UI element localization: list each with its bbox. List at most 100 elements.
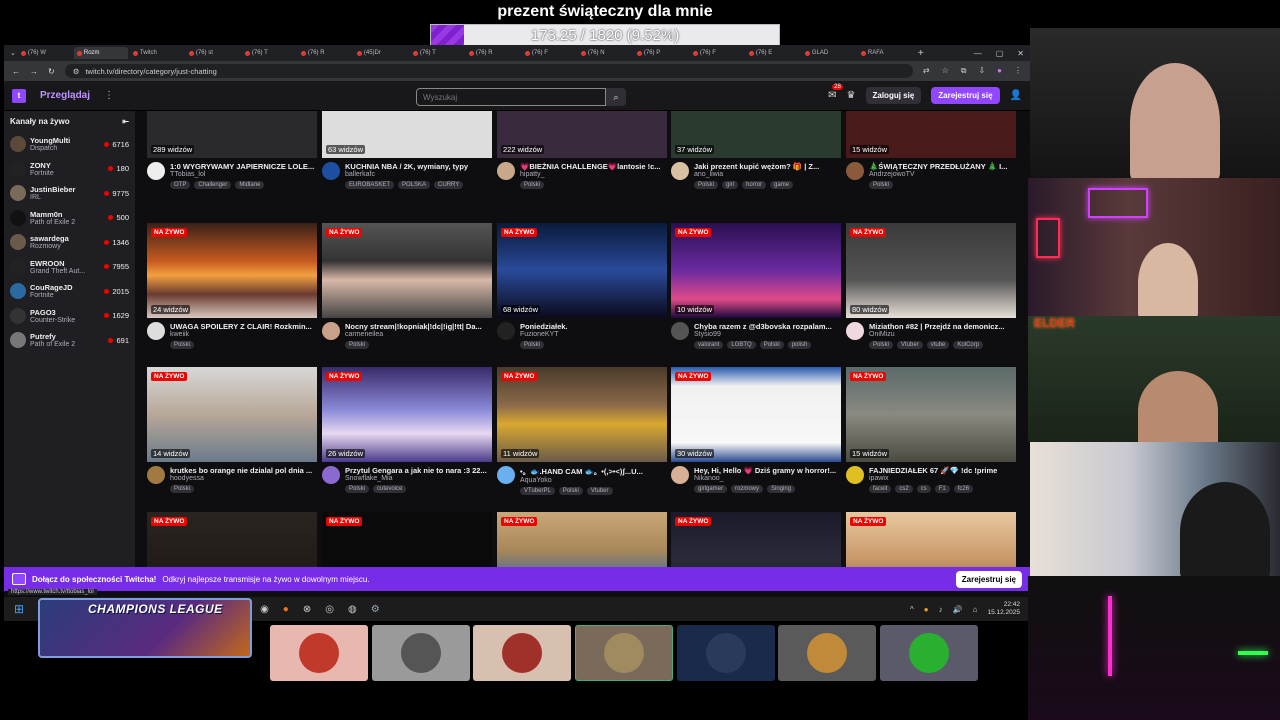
stream-tag[interactable]: rozmowy xyxy=(731,485,764,493)
stream-thumbnail[interactable]: NA ŻYWO 15 widzów xyxy=(846,367,1016,462)
streamer-avatar[interactable] xyxy=(671,466,689,484)
sidebar-channel[interactable]: PAGO3 Counter-Strike 1629 xyxy=(10,304,129,329)
stream-tag[interactable]: POLSKA xyxy=(398,181,431,189)
stream-title[interactable]: FAJNIEDZIAŁEK 67 🚀💎 !dc !prime xyxy=(869,466,1016,475)
stream-card[interactable]: NA ŻYWO 24 widzów UWAGA SPOILERY Z CLAIR! … xyxy=(147,223,317,349)
streamer-name[interactable]: carmeneilea xyxy=(345,331,492,338)
stream-tag[interactable]: Vtuber xyxy=(897,341,923,349)
stream-card[interactable]: NA ŻYWO11 widzów xyxy=(322,512,492,567)
tray-chevron-icon[interactable]: ^ xyxy=(910,605,914,614)
streamer-name[interactable]: OniMizu xyxy=(869,331,1016,338)
stream-card[interactable]: NA ŻYWO 26 widzów Przytul Gengara a jak ni… xyxy=(322,367,492,493)
stream-tag[interactable]: Vtuber xyxy=(586,487,613,495)
stream-tag[interactable]: VTuberPL xyxy=(520,487,555,495)
search-icon[interactable]: ⌕ xyxy=(606,88,626,106)
stream-tag[interactable]: Polski xyxy=(345,341,370,349)
stream-title[interactable]: Nocny stream|!kopniak|!dc|!ig|!tt| Da... xyxy=(345,322,492,331)
reload-icon[interactable]: ↻ xyxy=(48,67,55,76)
bookmark-star-icon[interactable]: ☆ xyxy=(942,66,949,76)
stream-card[interactable]: 37 widzów Jaki prezent kupić wężom? 🎁 | Z… xyxy=(671,111,841,189)
streamer-avatar[interactable] xyxy=(497,466,515,484)
sidebar-channel[interactable]: Mamm0n Path of Exile 2 500 xyxy=(10,206,129,231)
browser-tab[interactable]: (76) W xyxy=(18,47,72,59)
stream-thumbnail[interactable]: NA ŻYWO58 widzów xyxy=(147,512,317,567)
stream-card[interactable]: NA ŻYWO150 widzów xyxy=(671,512,841,567)
stream-tag[interactable]: cutevoice xyxy=(373,485,407,493)
streamer-avatar[interactable] xyxy=(147,466,165,484)
stream-tag[interactable]: KolCorp xyxy=(953,341,984,349)
stream-tag[interactable]: girl xyxy=(722,181,739,189)
stream-tag[interactable]: fc26 xyxy=(953,485,974,493)
streamer-name[interactable]: FuzioneKYT xyxy=(520,331,667,338)
stream-title[interactable]: Przytul Gengara a jak nie to nara :3 22.… xyxy=(345,466,492,475)
xbox-icon[interactable]: ⊗ xyxy=(303,604,311,615)
signup-button[interactable]: Zarejestruj się xyxy=(931,87,1000,104)
stream-thumbnail[interactable]: NA ŻYWO xyxy=(322,223,492,318)
windows-start-icon[interactable]: ⊞ xyxy=(14,602,24,616)
stream-thumbnail[interactable]: NA ŻYWO 68 widzów xyxy=(497,223,667,318)
streamer-name[interactable]: Nikanoo_ xyxy=(694,475,841,482)
stream-tag[interactable]: EUROBASKET xyxy=(345,181,395,189)
stream-card[interactable]: NA ŻYWO 10 widzów Chyba razem z @d3bovska … xyxy=(671,223,841,349)
stream-card[interactable]: NA ŻYWO Nocny stream|!kopniak|!dc|!ig|!tt… xyxy=(322,223,492,349)
stream-thumbnail[interactable]: NA ŻYWO11 widzów xyxy=(322,512,492,567)
streamer-name[interactable]: AndrzejowoTV xyxy=(869,171,1016,178)
login-button[interactable]: Zaloguj się xyxy=(865,87,922,104)
stream-card[interactable]: NA ŻYWO 80 widzów Miziathon #82 | Przejdź … xyxy=(846,223,1016,349)
stream-tag[interactable]: Polski xyxy=(694,181,719,189)
stream-title[interactable]: Poniedziałek. xyxy=(520,322,667,331)
streamer-avatar[interactable] xyxy=(147,322,165,340)
stream-tag[interactable]: Polski xyxy=(558,487,583,495)
stream-title[interactable]: KUCHNIA NBA / 2K, wymiany, typy xyxy=(345,162,492,171)
stream-title[interactable]: Chyba razem z @d3bovska rozpalam... xyxy=(694,322,841,331)
stream-tag[interactable]: Polski xyxy=(170,341,195,349)
streamer-name[interactable]: ipawix xyxy=(869,475,1016,482)
mic-icon[interactable]: ♪ xyxy=(939,605,943,614)
extensions-icon[interactable]: ⧉ xyxy=(961,66,967,76)
browser-tab[interactable]: (76) E xyxy=(746,47,800,59)
forward-icon[interactable]: → xyxy=(30,67,38,76)
prime-icon[interactable]: ♛ xyxy=(847,90,856,101)
browser-tab[interactable]: (76) N xyxy=(578,47,632,59)
streamer-avatar[interactable] xyxy=(846,322,864,340)
streamer-avatar[interactable] xyxy=(497,162,515,180)
url-field[interactable]: ⚙ twitch.tv/directory/category/just-chat… xyxy=(64,64,913,78)
stream-tag[interactable]: F1 xyxy=(934,485,950,493)
browser-tab[interactable]: (76) T xyxy=(410,47,464,59)
streamer-name[interactable]: TTobias_lol xyxy=(170,171,317,178)
stream-card[interactable]: NA ŻYWO58 widzów xyxy=(147,512,317,567)
close-window-icon[interactable]: ✕ xyxy=(1017,49,1024,58)
streamer-avatar[interactable] xyxy=(846,466,864,484)
sidebar-channel[interactable]: CouRageJD Fortnite 2015 xyxy=(10,279,129,304)
stream-thumbnail[interactable]: 289 widzów xyxy=(147,111,317,158)
stream-tag[interactable]: cs2 xyxy=(895,485,913,493)
user-icon[interactable]: 👤 xyxy=(1010,90,1022,101)
network-icon[interactable]: ⌂ xyxy=(973,605,978,614)
stream-tag[interactable]: Midlane xyxy=(235,181,265,189)
stream-title[interactable]: 1:0 WYGRYWAMY JAPIERNICZE LOLE... xyxy=(170,162,317,171)
streamer-avatar[interactable] xyxy=(497,322,515,340)
stream-card[interactable]: 63 widzów KUCHNIA NBA / 2K, wymiany, typy… xyxy=(322,111,492,189)
stream-thumbnail[interactable]: NA ŻYWO 14 widzów xyxy=(147,367,317,462)
browser-tab[interactable]: (76) F xyxy=(690,47,744,59)
stream-tag[interactable]: polish xyxy=(787,341,812,349)
stream-tag[interactable]: vtube xyxy=(926,341,950,349)
minimize-icon[interactable]: — xyxy=(974,49,982,58)
sidebar-channel[interactable]: Putrefy Path of Exile 2 691 xyxy=(10,328,129,353)
stream-thumbnail[interactable]: NA ŻYWO150 widzów xyxy=(671,512,841,567)
stream-tag[interactable]: Polski xyxy=(869,181,894,189)
inbox-icon[interactable]: ✉ 28 xyxy=(828,84,843,101)
maximize-icon[interactable]: ▢ xyxy=(996,49,1004,58)
streamer-avatar[interactable] xyxy=(322,162,340,180)
browser-tab[interactable]: Twitch xyxy=(130,47,184,59)
streamer-avatar[interactable] xyxy=(671,322,689,340)
stream-thumbnail[interactable]: 37 widzów xyxy=(671,111,841,158)
stream-card[interactable]: NA ŻYWO 14 widzów krutkes bo orange nie dz… xyxy=(147,367,317,493)
stream-thumbnail[interactable]: 63 widzów xyxy=(322,111,492,158)
streamer-name[interactable]: ano_liwia xyxy=(694,171,841,178)
stream-thumbnail[interactable]: NA ŻYWO19 widzów xyxy=(846,512,1016,567)
site-info-icon[interactable]: ⚙ xyxy=(73,67,80,76)
streamer-name[interactable]: Stysio99 xyxy=(694,331,841,338)
more-menu-icon[interactable]: ⋮ xyxy=(104,90,114,101)
stream-tag[interactable]: Polski xyxy=(345,485,370,493)
